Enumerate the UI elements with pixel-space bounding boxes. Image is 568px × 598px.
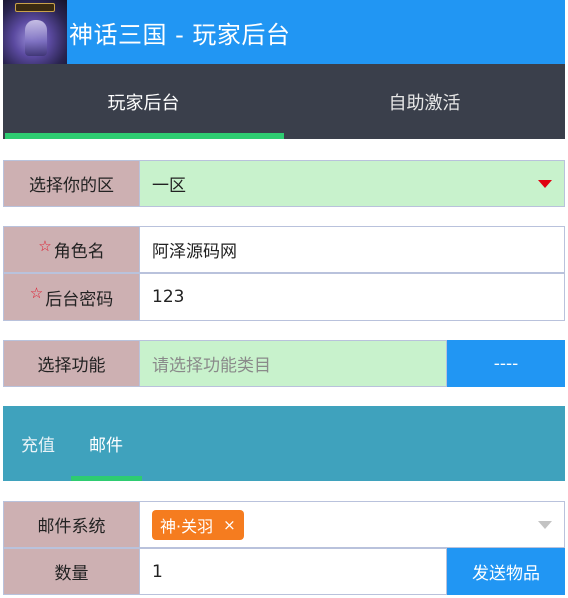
game-logo [3,0,67,64]
tab-self-activation[interactable]: 自助激活 [284,64,565,139]
role-name-input[interactable]: 阿泽源码网 [140,226,565,273]
quantity-value: 1 [152,561,163,582]
logo-banner [15,3,55,12]
password-value: 123 [152,287,185,307]
password-input[interactable]: 123 [140,273,565,321]
server-select-row: 选择你的区 一区 [3,160,565,207]
star-icon: ☆ [38,236,52,255]
server-select[interactable]: 一区 [140,160,565,207]
page-title: 神话三国 - 玩家后台 [69,20,291,49]
role-label: ☆ 角色名 [3,226,140,273]
caret-down-icon [538,179,552,188]
mail-system-row: 邮件系统 神·关羽 × [3,501,565,548]
function-placeholder: 请选择功能类目 [152,356,271,376]
selected-item-tag: 神·关羽 × [152,509,244,540]
tab-mail[interactable]: 邮件 [71,406,142,481]
function-label: 选择功能 [3,340,140,387]
server-label: 选择你的区 [3,160,140,207]
role-row: ☆ 角色名 阿泽源码网 [3,226,565,273]
selected-item-label: 神·关羽 [160,516,214,536]
sub-navigation: 充值 邮件 [3,406,565,481]
mail-item-select[interactable]: 神·关羽 × [140,501,565,548]
server-select-value: 一区 [152,176,186,196]
app-header: 神话三国 - 玩家后台 [3,0,565,64]
caret-down-icon[interactable] [538,520,552,529]
password-label: ☆ 后台密码 [3,273,140,321]
function-select[interactable]: 请选择功能类目 [140,340,447,387]
password-label-text: 后台密码 [45,289,114,310]
mail-system-label: 邮件系统 [3,501,140,548]
password-row: ☆ 后台密码 123 [3,273,565,321]
send-item-button[interactable]: 发送物品 [447,548,565,595]
tab-recharge[interactable]: 充值 [21,406,55,481]
top-navigation: 玩家后台 自助激活 [3,64,565,139]
quantity-input[interactable]: 1 [140,548,447,595]
role-name-value: 阿泽源码网 [152,242,237,262]
logo-figure [25,20,47,56]
tab-player-backend[interactable]: 玩家后台 [3,64,284,139]
function-row: 选择功能 请选择功能类目 ---- [3,340,565,387]
quantity-label: 数量 [3,548,140,595]
star-icon: ☆ [29,284,44,302]
function-button[interactable]: ---- [447,340,565,387]
quantity-row: 数量 1 发送物品 [3,548,565,595]
close-icon[interactable]: × [223,516,236,534]
role-label-text: 角色名 [53,242,105,262]
